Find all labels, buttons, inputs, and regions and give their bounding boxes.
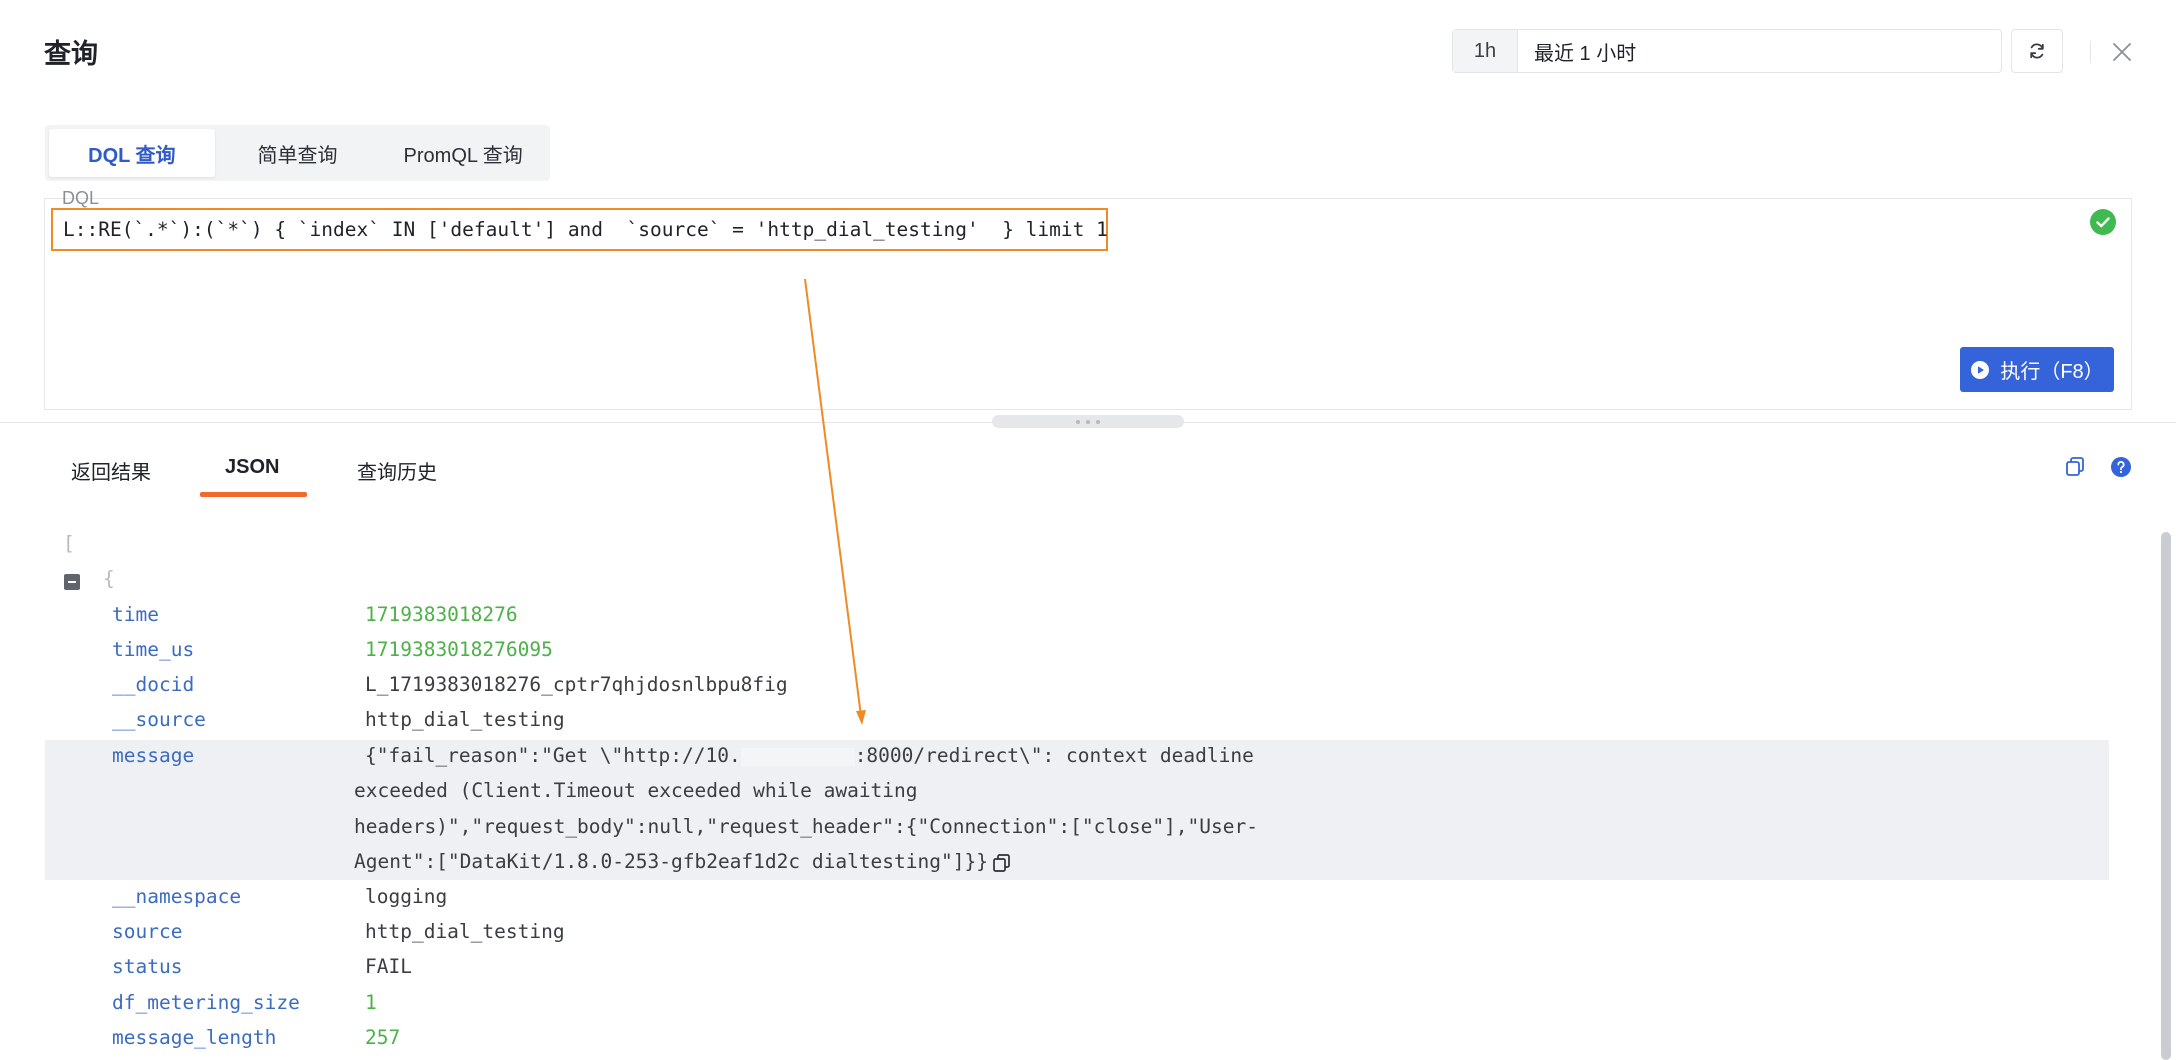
tab-query-history[interactable]: 查询历史 (357, 456, 437, 485)
query-text[interactable]: L::RE(`.*`):(`*`) { `index` IN ['default… (51, 208, 1108, 251)
help-icon[interactable] (2111, 457, 2131, 477)
message-line: exceeded (Client.Timeout exceeded while … (354, 779, 918, 802)
json-value: FAIL (365, 955, 412, 978)
tab-promql-query[interactable]: PromQL 查询 (380, 129, 546, 177)
play-circle-icon (1971, 360, 1990, 379)
json-open-bracket: [ (63, 532, 75, 555)
json-value: http_dial_testing (365, 708, 565, 731)
json-key: message (112, 744, 195, 767)
json-value: 1719383018276095 (365, 638, 553, 661)
query-mode-tabs: DQL 查询 简单查询 PromQL 查询 (45, 125, 550, 181)
json-key: __namespace (112, 885, 242, 908)
time-range-chip[interactable]: 1h (1453, 30, 1518, 72)
json-value: 257 (365, 1026, 401, 1049)
collapse-icon[interactable] (64, 574, 80, 590)
time-range-picker[interactable]: 1h 最近 1 小时 (1452, 29, 2002, 73)
json-open-brace: { (103, 567, 115, 590)
refresh-button[interactable] (2011, 29, 2063, 73)
copy-icon[interactable] (992, 853, 1012, 873)
time-range-label[interactable]: 最近 1 小时 (1518, 30, 1636, 72)
header-divider (2090, 41, 2091, 63)
page-title: 查询 (44, 39, 98, 69)
json-value: logging (365, 885, 448, 908)
copy-icon[interactable] (2064, 455, 2086, 477)
scrollbar[interactable] (2161, 532, 2171, 1060)
json-value: L_1719383018276_cptr7qhjdosnlbpu8fig (365, 673, 788, 696)
json-key: message_length (112, 1026, 277, 1049)
message-line: {"fail_reason":"Get \"http://10.:8000/re… (365, 744, 1254, 767)
editor-label: DQL (62, 188, 100, 208)
json-key: time_us (112, 638, 195, 661)
message-line: headers)","request_body":null,"request_h… (354, 815, 1258, 838)
run-query-button[interactable]: 执行（F8） (1960, 347, 2114, 392)
json-key: __source (112, 708, 206, 731)
tab-simple-query[interactable]: 简单查询 (215, 129, 381, 177)
json-key: status (112, 955, 183, 978)
refresh-icon (2030, 43, 2044, 59)
close-button[interactable] (2108, 38, 2136, 66)
message-line: Agent":["DataKit/1.8.0-253-gfb2eaf1d2c d… (354, 850, 1012, 873)
json-key: df_metering_size (112, 991, 300, 1014)
check-circle-icon (2090, 209, 2116, 235)
tab-dql-query[interactable]: DQL 查询 (49, 129, 215, 177)
json-value: 1 (365, 991, 377, 1014)
resize-handle[interactable] (992, 415, 1184, 428)
tab-results[interactable]: 返回结果 (71, 456, 151, 485)
json-key: time (112, 603, 159, 626)
close-icon (2113, 43, 2131, 61)
json-value: http_dial_testing (365, 920, 565, 943)
tab-json[interactable]: JSON (225, 456, 279, 479)
active-tab-indicator (200, 492, 307, 497)
run-query-label: 执行（F8） (2000, 361, 2104, 383)
json-key: __docid (112, 673, 195, 696)
json-key: source (112, 920, 183, 943)
redacted-ip (740, 747, 855, 766)
json-value: 1719383018276 (365, 603, 518, 626)
